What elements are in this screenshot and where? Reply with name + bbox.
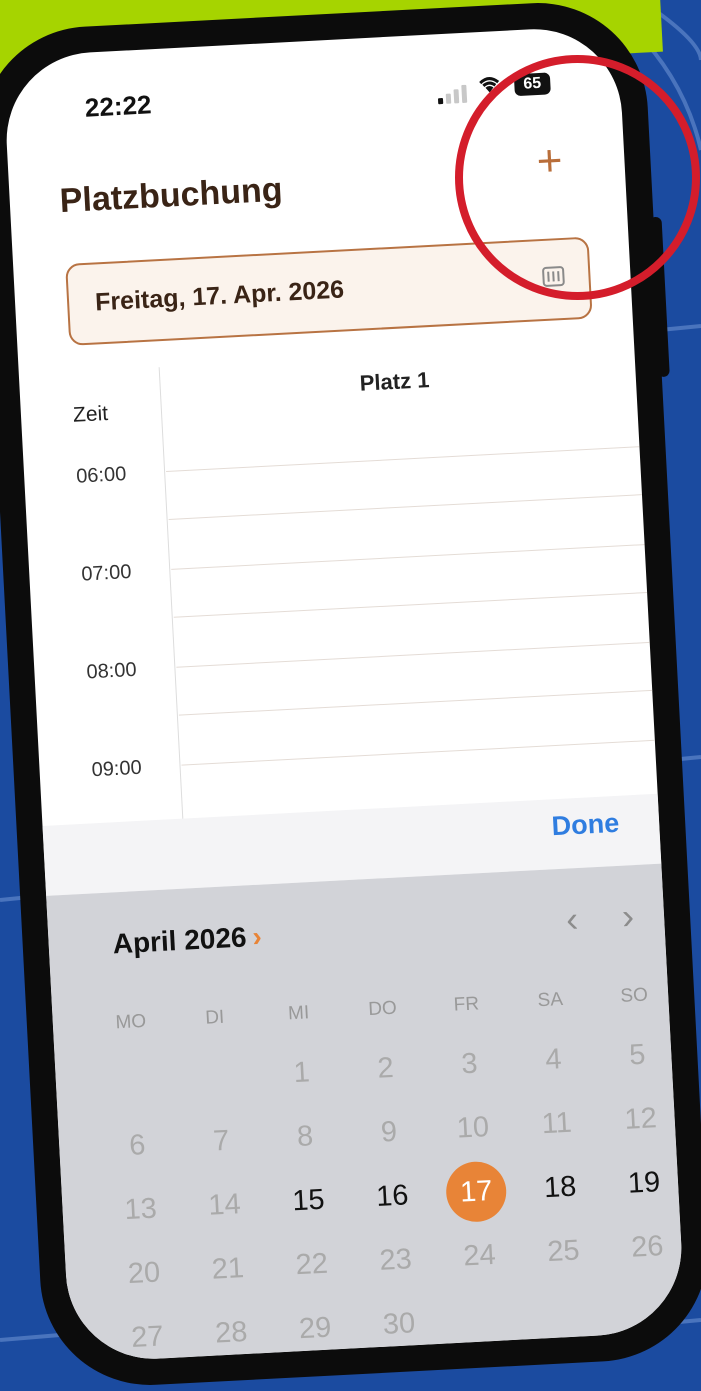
calendar-day: 9	[380, 1115, 398, 1149]
chevron-right-icon: ›	[251, 920, 263, 953]
calendar-day: 27	[130, 1320, 165, 1354]
weekday-label: MI	[287, 1002, 310, 1025]
selected-day[interactable]: 17	[444, 1160, 508, 1224]
previous-month-button[interactable]: ‹	[565, 898, 579, 941]
weekday-label: FR	[453, 993, 480, 1016]
month-label: April 2026	[111, 921, 248, 960]
weekday-label: MO	[115, 1010, 147, 1034]
calendar-day: 29	[298, 1311, 333, 1346]
calendar-day: 6	[128, 1129, 147, 1162]
calendar-day: 11	[540, 1106, 573, 1141]
next-month-button[interactable]: ›	[621, 895, 635, 938]
calendar-day: 12	[623, 1102, 658, 1136]
calendar-day: 1	[292, 1056, 311, 1090]
status-time: 22:22	[84, 89, 153, 123]
calendar-day: 23	[378, 1243, 413, 1277]
time-slot[interactable]	[176, 641, 650, 668]
calendar-day: 7	[212, 1124, 231, 1158]
time-label: 09:00	[91, 756, 143, 782]
calendar-day: 20	[127, 1256, 161, 1291]
calendar-day: 3	[460, 1047, 479, 1081]
calendar-day[interactable]: 19	[612, 1151, 675, 1214]
time-slot[interactable]	[166, 446, 640, 473]
done-button[interactable]: Done	[551, 808, 620, 842]
time-label: 07:00	[80, 560, 132, 586]
date-picker: April 2026 › ‹ › MO DI MI DO FR SA SO 123456789…	[46, 863, 686, 1364]
time-column-header: Zeit	[72, 401, 109, 427]
calendar-day: 21	[210, 1252, 245, 1286]
calendar-day: 13	[123, 1192, 158, 1227]
weekday-label: SA	[537, 988, 564, 1012]
signal-icon	[437, 84, 468, 105]
calendar-day[interactable]: 18	[529, 1156, 592, 1219]
calendar-day[interactable]: 16	[361, 1165, 424, 1228]
calendar-day[interactable]: 15	[277, 1169, 340, 1232]
weekday-label: DO	[367, 997, 398, 1021]
calendar-day: 8	[296, 1120, 315, 1154]
calendar-day: 30	[382, 1307, 416, 1341]
calendar-day: 22	[294, 1247, 329, 1282]
calendar-day: 2	[376, 1051, 395, 1085]
calendar-day: 10	[455, 1111, 490, 1145]
court-header: Platz 1	[359, 367, 431, 396]
time-label: 08:00	[85, 658, 138, 684]
calendar-day: 5	[628, 1038, 647, 1072]
weekday-label: DI	[204, 1006, 225, 1029]
time-slot[interactable]	[171, 544, 645, 570]
time-label: 06:00	[75, 463, 127, 488]
calendar-day: 4	[544, 1043, 563, 1076]
highlight-circle	[455, 55, 700, 300]
page-title: Platzbuchung	[58, 170, 284, 221]
calendar-day: 26	[630, 1230, 665, 1264]
date-field-value: Freitag, 17. Apr. 2026	[94, 275, 345, 317]
time-slot[interactable]	[168, 494, 643, 520]
time-slot[interactable]	[173, 591, 648, 618]
calendar-day: 24	[462, 1238, 497, 1273]
time-slot[interactable]	[181, 739, 655, 766]
month-selector[interactable]: April 2026 ›	[112, 921, 263, 961]
calendar-day: 28	[214, 1315, 249, 1350]
weekday-label: SO	[619, 984, 649, 1007]
calendar-day: 25	[546, 1234, 581, 1269]
time-slot[interactable]	[178, 689, 653, 716]
calendar-day: 14	[207, 1188, 242, 1222]
volume-down-button	[0, 391, 4, 503]
column-divider	[158, 367, 184, 827]
